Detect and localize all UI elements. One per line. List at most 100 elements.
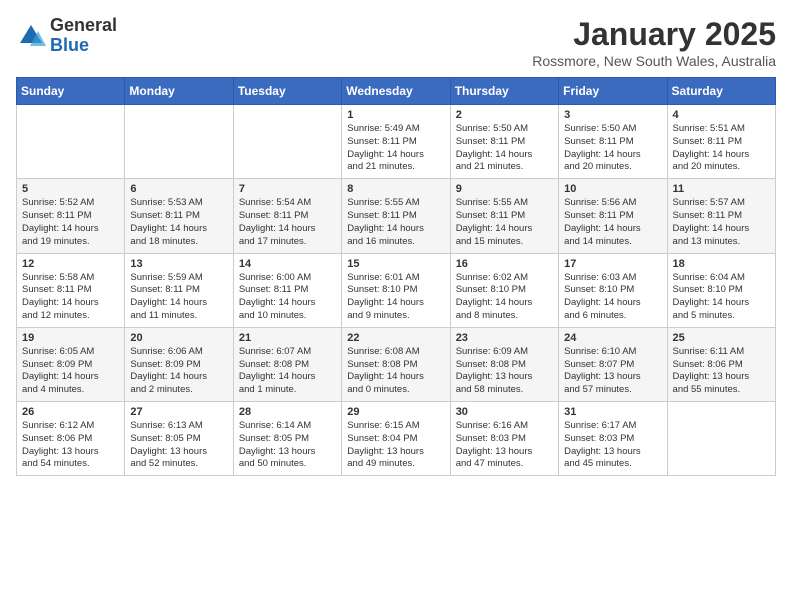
day-info: Sunrise: 5:55 AMSunset: 8:11 PMDaylight:… [347,197,444,248]
day-number: 14 [239,258,336,270]
day-info: Sunrise: 6:07 AMSunset: 8:08 PMDaylight:… [239,346,336,397]
logo-blue: Blue [50,36,117,56]
calendar-cell: 20 Sunrise: 6:06 AMSunset: 8:09 PMDayligh… [125,327,233,401]
day-number: 31 [564,406,661,418]
calendar-cell: 17 Sunrise: 6:03 AMSunset: 8:10 PMDayligh… [559,253,667,327]
day-info: Sunrise: 5:50 AMSunset: 8:11 PMDaylight:… [456,123,553,174]
day-info: Sunrise: 6:16 AMSunset: 8:03 PMDaylight:… [456,420,553,471]
calendar-row-5: 26 Sunrise: 6:12 AMSunset: 8:06 PMDayligh… [17,402,776,476]
day-number: 15 [347,258,444,270]
day-info: Sunrise: 6:14 AMSunset: 8:05 PMDaylight:… [239,420,336,471]
calendar-cell: 21 Sunrise: 6:07 AMSunset: 8:08 PMDayligh… [233,327,341,401]
header-row: SundayMondayTuesdayWednesdayThursdayFrid… [17,78,776,105]
calendar-cell: 16Sunrise: 6:02 AMSunset: 8:10 PMDayligh… [450,253,558,327]
day-number: 7 [239,183,336,195]
column-header-saturday: Saturday [667,78,775,105]
calendar-row-4: 19Sunrise: 6:05 AMSunset: 8:09 PMDayligh… [17,327,776,401]
calendar-cell: 2 Sunrise: 5:50 AMSunset: 8:11 PMDaylight… [450,105,558,179]
calendar-cell: 6 Sunrise: 5:53 AMSunset: 8:11 PMDaylight… [125,179,233,253]
day-number: 13 [130,258,227,270]
column-header-friday: Friday [559,78,667,105]
day-number: 27 [130,406,227,418]
day-number: 25 [673,332,770,344]
day-number: 4 [673,109,770,121]
day-info: Sunrise: 5:50 AMSunset: 8:11 PMDaylight:… [564,123,661,174]
calendar-cell: 24Sunrise: 6:10 AMSunset: 8:07 PMDayligh… [559,327,667,401]
calendar-row-3: 12 Sunrise: 5:58 AMSunset: 8:11 PMDayligh… [17,253,776,327]
calendar-cell: 15 Sunrise: 6:01 AMSunset: 8:10 PMDayligh… [342,253,450,327]
day-info: Sunrise: 5:58 AMSunset: 8:11 PMDaylight:… [22,272,119,323]
calendar-cell: 18 Sunrise: 6:04 AMSunset: 8:10 PMDayligh… [667,253,775,327]
day-info: Sunrise: 6:00 AMSunset: 8:11 PMDaylight:… [239,272,336,323]
calendar-cell: 13Sunrise: 5:59 AMSunset: 8:11 PMDayligh… [125,253,233,327]
day-info: Sunrise: 6:05 AMSunset: 8:09 PMDaylight:… [22,346,119,397]
calendar-cell [125,105,233,179]
day-info: Sunrise: 5:51 AMSunset: 8:11 PMDaylight:… [673,123,770,174]
calendar-cell: 9 Sunrise: 5:55 AMSunset: 8:11 PMDaylight… [450,179,558,253]
day-info: Sunrise: 6:11 AMSunset: 8:06 PMDaylight:… [673,346,770,397]
calendar-cell: 14 Sunrise: 6:00 AMSunset: 8:11 PMDayligh… [233,253,341,327]
day-number: 10 [564,183,661,195]
day-number: 21 [239,332,336,344]
calendar-cell: 1 Sunrise: 5:49 AMSunset: 8:11 PMDaylight… [342,105,450,179]
calendar-cell: 25 Sunrise: 6:11 AMSunset: 8:06 PMDayligh… [667,327,775,401]
month-title: January 2025 [532,16,776,53]
day-info: Sunrise: 6:09 AMSunset: 8:08 PMDaylight:… [456,346,553,397]
calendar-cell [667,402,775,476]
day-number: 2 [456,109,553,121]
day-info: Sunrise: 6:01 AMSunset: 8:10 PMDaylight:… [347,272,444,323]
location-title: Rossmore, New South Wales, Australia [532,53,776,69]
day-number: 26 [22,406,119,418]
day-info: Sunrise: 5:55 AMSunset: 8:11 PMDaylight:… [456,197,553,248]
day-number: 16 [456,258,553,270]
calendar-cell: 30Sunrise: 6:16 AMSunset: 8:03 PMDayligh… [450,402,558,476]
column-header-wednesday: Wednesday [342,78,450,105]
day-number: 6 [130,183,227,195]
day-info: Sunrise: 6:15 AMSunset: 8:04 PMDaylight:… [347,420,444,471]
calendar-cell: 5Sunrise: 5:52 AMSunset: 8:11 PMDaylight… [17,179,125,253]
logo-icon [16,21,46,51]
day-info: Sunrise: 6:03 AMSunset: 8:10 PMDaylight:… [564,272,661,323]
day-number: 20 [130,332,227,344]
calendar-cell: 22Sunrise: 6:08 AMSunset: 8:08 PMDayligh… [342,327,450,401]
day-number: 24 [564,332,661,344]
day-info: Sunrise: 6:04 AMSunset: 8:10 PMDaylight:… [673,272,770,323]
calendar-cell: 23Sunrise: 6:09 AMSunset: 8:08 PMDayligh… [450,327,558,401]
calendar: SundayMondayTuesdayWednesdayThursdayFrid… [16,77,776,476]
header: General Blue January 2025 Rossmore, New … [16,16,776,69]
title-area: January 2025 Rossmore, New South Wales, … [532,16,776,69]
calendar-cell: 29Sunrise: 6:15 AMSunset: 8:04 PMDayligh… [342,402,450,476]
calendar-row-2: 5Sunrise: 5:52 AMSunset: 8:11 PMDaylight… [17,179,776,253]
calendar-cell: 7 Sunrise: 5:54 AMSunset: 8:11 PMDaylight… [233,179,341,253]
day-number: 5 [22,183,119,195]
calendar-cell: 27 Sunrise: 6:13 AMSunset: 8:05 PMDayligh… [125,402,233,476]
day-info: Sunrise: 6:13 AMSunset: 8:05 PMDaylight:… [130,420,227,471]
logo: General Blue [16,16,117,56]
logo-text: General Blue [50,16,117,56]
day-number: 1 [347,109,444,121]
day-number: 12 [22,258,119,270]
calendar-cell: 4 Sunrise: 5:51 AMSunset: 8:11 PMDaylight… [667,105,775,179]
day-info: Sunrise: 6:12 AMSunset: 8:06 PMDaylight:… [22,420,119,471]
calendar-cell [17,105,125,179]
column-header-tuesday: Tuesday [233,78,341,105]
day-number: 8 [347,183,444,195]
day-number: 9 [456,183,553,195]
logo-general: General [50,16,117,36]
calendar-cell: 10 Sunrise: 5:56 AMSunset: 8:11 PMDayligh… [559,179,667,253]
day-number: 11 [673,183,770,195]
day-info: Sunrise: 5:56 AMSunset: 8:11 PMDaylight:… [564,197,661,248]
calendar-cell: 12 Sunrise: 5:58 AMSunset: 8:11 PMDayligh… [17,253,125,327]
day-number: 18 [673,258,770,270]
day-info: Sunrise: 5:53 AMSunset: 8:11 PMDaylight:… [130,197,227,248]
day-info: Sunrise: 5:49 AMSunset: 8:11 PMDaylight:… [347,123,444,174]
day-info: Sunrise: 6:06 AMSunset: 8:09 PMDaylight:… [130,346,227,397]
calendar-cell [233,105,341,179]
day-info: Sunrise: 5:54 AMSunset: 8:11 PMDaylight:… [239,197,336,248]
calendar-cell: 11 Sunrise: 5:57 AMSunset: 8:11 PMDayligh… [667,179,775,253]
day-number: 17 [564,258,661,270]
day-info: Sunrise: 5:57 AMSunset: 8:11 PMDaylight:… [673,197,770,248]
day-number: 28 [239,406,336,418]
day-info: Sunrise: 6:08 AMSunset: 8:08 PMDaylight:… [347,346,444,397]
calendar-cell: 26 Sunrise: 6:12 AMSunset: 8:06 PMDayligh… [17,402,125,476]
